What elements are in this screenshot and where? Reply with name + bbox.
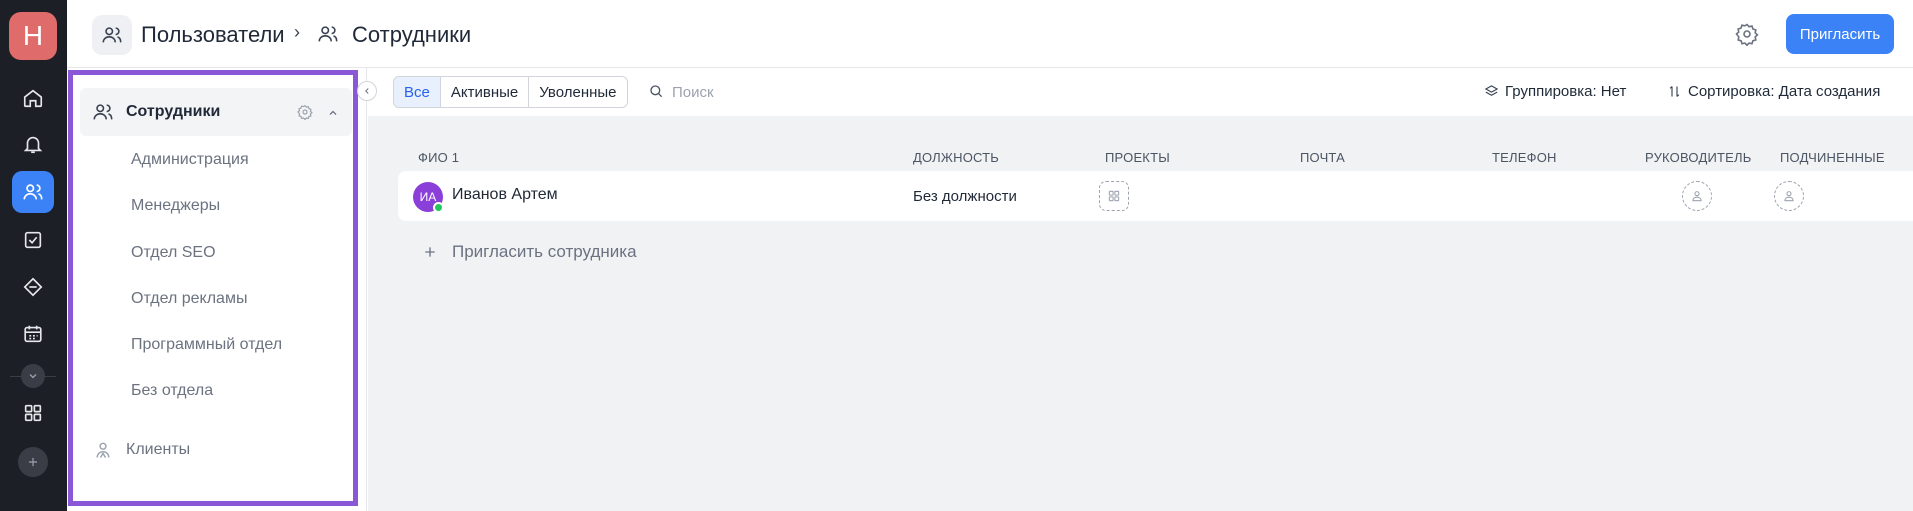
tab-active[interactable]: Активные — [441, 77, 530, 107]
status-filter-tabs: Все Активные Уволенные — [393, 76, 628, 108]
online-status-dot — [433, 202, 444, 213]
users-icon[interactable] — [12, 171, 54, 213]
add-project-button[interactable] — [1099, 181, 1129, 211]
column-header-position[interactable]: Должность — [913, 150, 999, 165]
breadcrumb-parent[interactable]: Пользователи — [141, 22, 285, 48]
sidebar-item-administration[interactable]: Администрация — [131, 151, 249, 169]
assign-subordinates-button[interactable] — [1774, 181, 1804, 211]
sidebar-item-advertising[interactable]: Отдел рекламы — [131, 290, 247, 308]
bell-icon[interactable] — [12, 123, 54, 165]
grouping-control[interactable]: Группировка: Нет — [1484, 83, 1626, 100]
sidebar-item-seo[interactable]: Отдел SEO — [131, 244, 216, 262]
user-icon — [1692, 191, 1702, 202]
workspace-logo-letter: H — [22, 20, 44, 51]
sidebar-item-managers[interactable]: Менеджеры — [131, 197, 220, 215]
search-input[interactable] — [672, 80, 872, 104]
chevron-up-icon[interactable] — [327, 106, 339, 124]
grouping-label: Группировка: Нет — [1505, 83, 1627, 100]
column-header-projects[interactable]: Проекты — [1105, 150, 1170, 165]
column-header-email[interactable]: Почта — [1300, 150, 1345, 165]
clients-icon — [93, 440, 113, 465]
home-icon[interactable] — [12, 77, 54, 119]
sidebar-item-clients[interactable]: Клиенты — [126, 441, 190, 459]
calendar-icon[interactable] — [12, 313, 54, 355]
page-title: Сотрудники — [352, 22, 472, 47]
search-icon — [648, 83, 664, 104]
invite-employee-button[interactable]: Пригласить сотрудника — [422, 242, 637, 262]
invite-employee-label: Пригласить сотрудника — [452, 242, 637, 261]
employee-name[interactable]: Иванов Артем — [452, 186, 558, 204]
tab-all[interactable]: Все — [394, 77, 441, 107]
invite-button[interactable]: Пригласить — [1786, 14, 1894, 54]
layers-icon — [1484, 85, 1499, 96]
sidebar-item-programming[interactable]: Программный отдел — [131, 336, 282, 354]
column-header-phone[interactable]: Телефон — [1492, 150, 1557, 165]
avatar-initials: ИА — [419, 190, 437, 204]
add-icon[interactable] — [18, 447, 48, 477]
column-header-subordinates[interactable]: Подчиненные — [1780, 150, 1885, 165]
tab-fired[interactable]: Уволенные — [529, 77, 626, 107]
checklist-icon[interactable] — [12, 219, 54, 261]
sorting-label: Сортировка: Дата создания — [1688, 83, 1881, 100]
grid-icon — [1108, 190, 1120, 202]
employees-icon — [317, 23, 339, 50]
sidebar-item-no-department[interactable]: Без отдела — [131, 382, 213, 400]
plus-icon — [425, 247, 435, 257]
top-header: Пользователи › Сотрудники Пригласить — [67, 0, 1913, 68]
column-header-manager[interactable]: Руководитель — [1645, 150, 1751, 165]
sidebar-group-label[interactable]: Сотрудники — [126, 103, 220, 121]
workspace-logo[interactable]: H — [9, 12, 57, 60]
apps-grid-icon[interactable] — [12, 392, 54, 434]
app-rail: H — [0, 0, 67, 511]
users-section-icon[interactable] — [92, 15, 132, 55]
assign-manager-button[interactable] — [1682, 181, 1712, 211]
deals-icon[interactable] — [12, 266, 54, 308]
chevron-down-icon[interactable] — [21, 364, 45, 388]
collapse-sidebar-button[interactable] — [357, 81, 377, 101]
employees-group-icon — [92, 101, 114, 128]
sort-icon — [1669, 86, 1680, 97]
employee-position[interactable]: Без должности — [913, 188, 1017, 205]
breadcrumb-separator: › — [294, 22, 300, 42]
settings-gear-icon[interactable] — [1735, 22, 1759, 51]
main-content — [368, 68, 1913, 511]
group-settings-icon[interactable] — [297, 104, 313, 125]
user-icon — [1784, 191, 1794, 202]
column-header-name[interactable]: ФИО 1 — [418, 150, 459, 165]
sorting-control[interactable]: Сортировка: Дата создания — [1667, 83, 1880, 100]
